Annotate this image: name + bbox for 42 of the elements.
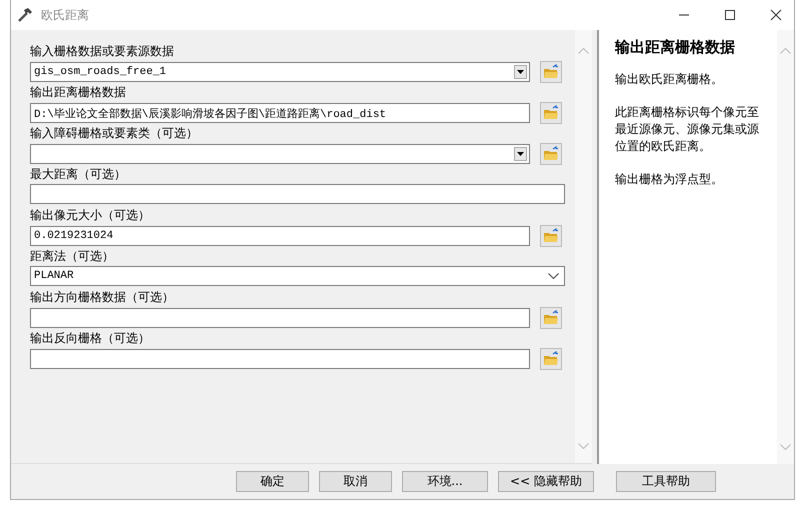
maximize-icon[interactable] [724,9,736,21]
dropdown-field[interactable]: gis_osm_roads_free_1 [30,62,530,82]
folder-icon[interactable] [540,225,562,247]
folder-icon[interactable] [540,61,562,83]
hammer-icon [17,7,35,23]
field-label: 输出方向栅格数据（可选） [30,289,175,306]
dropdown-arrow-icon [517,70,524,74]
folder-icon[interactable] [540,102,562,124]
field-label: 输入栅格数据或要素源数据 [30,43,175,60]
dropdown-field[interactable] [30,144,530,164]
text-field[interactable] [30,308,530,328]
field-label: 输出像元大小（可选） [30,207,151,224]
dialog-button[interactable]: 工具帮助 [616,471,716,492]
folder-icon[interactable] [540,307,562,329]
field-label: 输出距离栅格数据 [30,84,127,101]
field-label: 最大距离（可选） [30,166,127,183]
field-label: 输出反向栅格（可选） [30,330,151,347]
folder-icon[interactable] [540,348,562,370]
field-label: 输入障碍栅格或要素类（可选） [30,125,199,142]
dialog-button[interactable]: 取消 [319,471,392,492]
text-field[interactable]: D:\毕业论文全部数据\辰溪影响滑坡各因子图\距道路距离\road_dist [30,103,530,123]
scroll-up-icon[interactable] [578,48,589,54]
folder-icon[interactable] [540,143,562,165]
text-field[interactable] [30,184,565,204]
text-field[interactable]: 0.0219231024 [30,226,530,246]
dialog-button[interactable]: << 隐藏帮助 [498,471,594,492]
field-label: 距离法（可选） [30,248,115,265]
dialog-button[interactable]: 确定 [236,471,309,492]
help-paragraph: 此距离栅格标识每个像元至最近源像元、源像元集或源位置的欧氏距离。 [615,104,760,155]
scroll-down-icon[interactable] [780,444,791,450]
dropdown-arrow-icon [517,152,524,156]
window-title: 欧氏距离 [41,6,89,24]
scroll-up-icon[interactable] [780,48,791,54]
scroll-down-icon[interactable] [578,443,589,449]
text-field[interactable] [30,349,530,369]
help-paragraph: 输出欧氏距离栅格。 [615,71,724,88]
help-title: 输出距离栅格数据 [615,38,736,57]
close-icon[interactable] [770,9,782,21]
chevron-down-icon [548,273,559,279]
select-field[interactable]: PLANAR [30,266,565,286]
help-paragraph: 输出栅格为浮点型。 [615,171,724,188]
dialog-button[interactable]: 环境... [402,471,488,492]
